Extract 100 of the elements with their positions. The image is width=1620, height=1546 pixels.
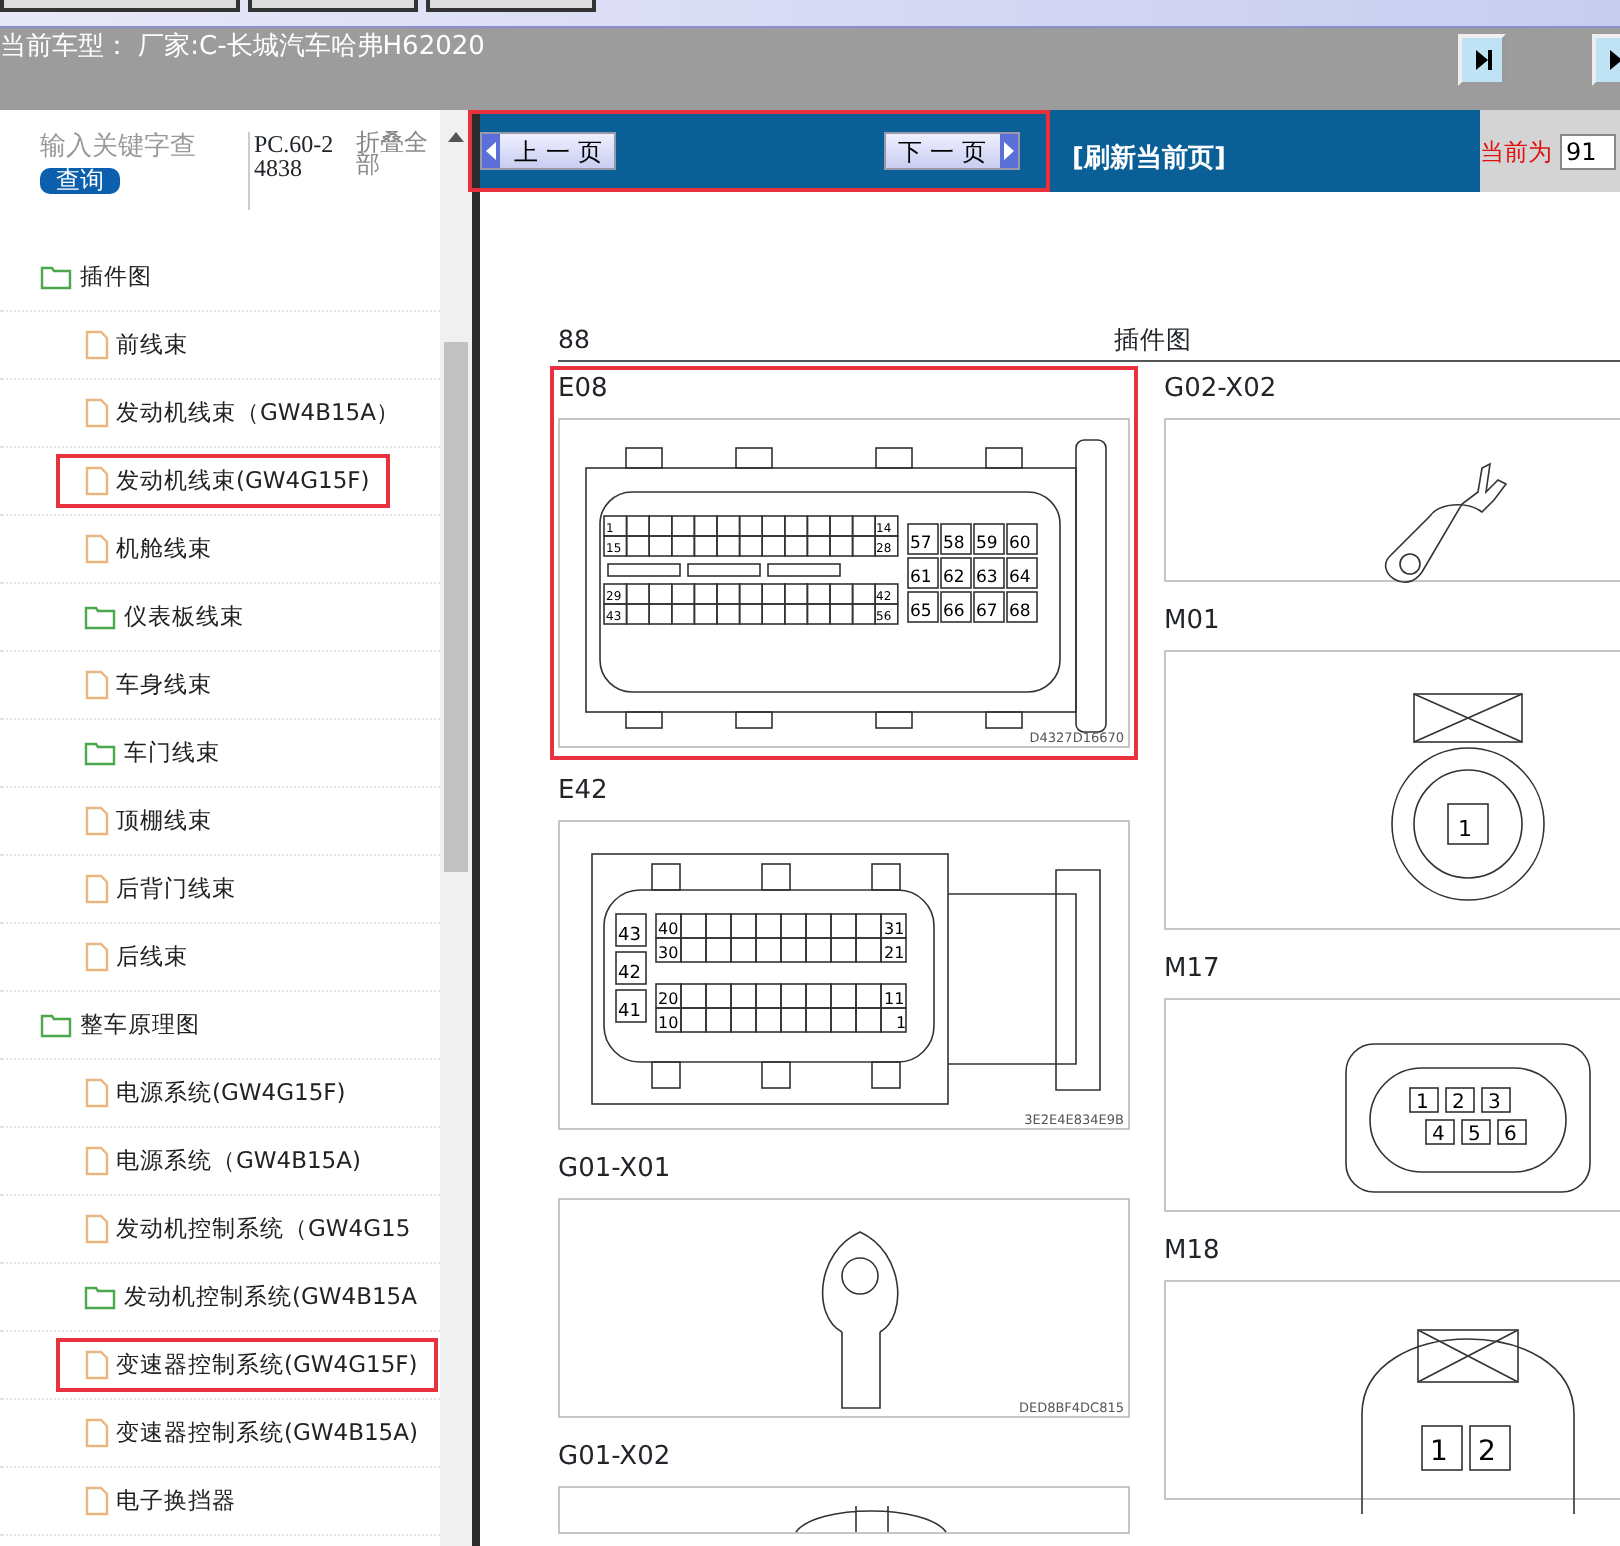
pin-number: 10: [658, 1014, 679, 1032]
tree-item[interactable]: 仪表板线束: [84, 593, 252, 641]
page-number: 88: [558, 322, 590, 359]
pin-number: 61: [910, 568, 932, 588]
connector-title: M17: [1164, 954, 1222, 986]
tree-item[interactable]: 整车原理图: [40, 1001, 208, 1049]
document-icon: [84, 1418, 110, 1448]
document-icon: [84, 534, 110, 564]
pin-number: 40: [658, 920, 679, 938]
pin-number: 60: [1009, 534, 1031, 554]
pin-number: 62: [943, 568, 965, 588]
refresh-link[interactable]: [刷新当前页]: [1072, 139, 1226, 179]
pin-number: 58: [943, 534, 965, 554]
step-button[interactable]: [1458, 34, 1506, 86]
search-button[interactable]: 查询: [40, 167, 120, 193]
connector-title: M18: [1164, 1236, 1222, 1268]
pin-number: 59: [976, 534, 998, 554]
pin-number: 67: [976, 602, 998, 622]
pin-number: 4: [1432, 1124, 1445, 1146]
pin-number: 1: [1416, 1092, 1429, 1114]
document-icon: [84, 1350, 110, 1380]
pin-number: 31: [884, 920, 905, 938]
document-icon: [84, 670, 110, 700]
connector-title: E08: [558, 374, 610, 406]
pin-number: 1: [1430, 1436, 1448, 1468]
connector-title: E42: [558, 776, 610, 808]
tree-item[interactable]: 电源系统(GW4G15F): [84, 1069, 354, 1117]
connector-title: G01-X01: [558, 1154, 673, 1186]
pin-number: 1: [896, 1014, 907, 1032]
document-icon: [84, 466, 110, 496]
pin-number: 68: [1009, 602, 1031, 622]
pin-number: 5: [1468, 1124, 1481, 1146]
tree-item[interactable]: 发动机控制系统（GW4G15: [84, 1205, 419, 1253]
pin-number: 63: [976, 568, 998, 588]
pin-number: 41: [618, 1002, 641, 1022]
folder-icon: [84, 740, 118, 766]
page-number-field[interactable]: 91: [1560, 133, 1616, 169]
pin-number: 42: [618, 964, 641, 984]
search-field[interactable]: 输入关键字查: [40, 128, 232, 167]
tree-item[interactable]: 后线束: [84, 933, 196, 981]
tree-item[interactable]: 前线束: [84, 321, 196, 369]
connector-title: G02-X02: [1164, 374, 1279, 406]
connector-title: G01-X02: [558, 1442, 673, 1474]
document-icon: [84, 942, 110, 972]
tree-item[interactable]: 车门线束: [84, 729, 228, 777]
pin-number: 1: [1458, 816, 1472, 842]
toolbar-button[interactable]: [0, 0, 240, 12]
document-icon: [84, 1146, 110, 1176]
tree-item[interactable]: 变速器控制系统(GW4G15F): [60, 1341, 434, 1389]
folder-icon: [40, 1012, 74, 1038]
document-icon: [84, 398, 110, 428]
tree-item[interactable]: 后背门线束: [84, 865, 244, 913]
folder-icon: [84, 604, 118, 630]
connector-title: M01: [1164, 606, 1222, 638]
scrollbar[interactable]: [440, 110, 472, 1546]
document-icon: [84, 1214, 110, 1244]
tree-item[interactable]: 发动机线束（GW4B15A）: [84, 389, 408, 437]
document-icon: [84, 874, 110, 904]
tree-item[interactable]: 发动机控制系统(GW4B15A: [84, 1273, 425, 1321]
pin-number: 30: [658, 944, 679, 962]
next-page-button[interactable]: 下一页: [884, 132, 1020, 170]
tree-item[interactable]: 机舱线束: [84, 525, 220, 573]
tree-item[interactable]: 电源系统（GW4B15A): [84, 1137, 369, 1185]
document-icon: [84, 806, 110, 836]
collapse-all-link[interactable]: 折叠全部: [356, 132, 436, 210]
folder-icon: [84, 1284, 118, 1310]
tree-item[interactable]: 变速器控制系统(GW4B15A): [84, 1409, 426, 1457]
arrow-left-icon: [482, 134, 500, 168]
pin-number: 6: [1504, 1124, 1517, 1146]
pin-number: 3: [1488, 1092, 1501, 1114]
document-icon: [84, 1486, 110, 1516]
next-icon: [1607, 50, 1620, 70]
arrow-right-icon: [1000, 134, 1018, 168]
pin-number: 21: [884, 944, 905, 962]
code-text: PC.60-24838: [248, 132, 340, 210]
pin-number: 20: [658, 990, 679, 1008]
section-title: 插件图: [1113, 322, 1192, 359]
vehicle-label: 当前车型： 厂家:C-长城汽车哈弗H62020: [0, 30, 485, 66]
document-icon: [84, 330, 110, 360]
tree-item[interactable]: 顶棚线束: [84, 797, 220, 845]
toolbar-button[interactable]: [248, 0, 418, 12]
toolbar-button[interactable]: [426, 0, 596, 12]
document-icon: [84, 1078, 110, 1108]
next-icon: [1473, 50, 1491, 70]
fork-terminal-drawing: [1384, 463, 1507, 583]
pin-number: 43: [618, 926, 641, 946]
pin-number: 2: [1478, 1436, 1496, 1468]
tree-item[interactable]: 发动机线束(GW4G15F): [60, 457, 386, 505]
tree-item[interactable]: 电子换挡器: [84, 1477, 244, 1525]
pin-number: 66: [943, 602, 965, 622]
pin-number: 11: [884, 990, 905, 1008]
pin-number: 64: [1009, 568, 1031, 588]
pin-number: 2: [1452, 1092, 1465, 1114]
tree-item[interactable]: 车身线束: [84, 661, 220, 709]
pin-number: 57: [910, 534, 932, 554]
current-page-label: 当前为: [1480, 135, 1552, 169]
folder-icon: [40, 264, 74, 290]
previous-page-button[interactable]: 上一页: [480, 132, 616, 170]
pin-number: 65: [910, 602, 932, 622]
tree-item[interactable]: 插件图: [40, 253, 160, 301]
